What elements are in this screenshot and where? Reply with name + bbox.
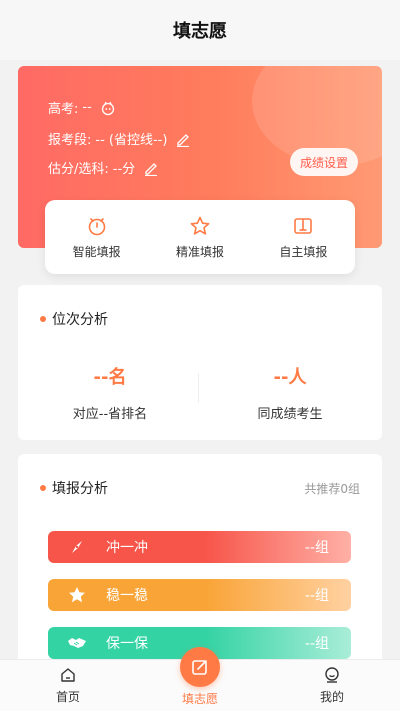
section-title: 位次分析 xyxy=(40,309,108,329)
peers-desc: 同成绩考生 xyxy=(257,407,323,422)
divider xyxy=(198,373,199,403)
bullet-dot xyxy=(40,316,46,322)
tier-reach-bar[interactable]: 冲一冲 --组 xyxy=(48,531,351,563)
tab-me[interactable]: 我的 xyxy=(292,666,372,705)
edit-icon[interactable] xyxy=(175,131,191,147)
rank-desc: 对应--省排名 xyxy=(72,407,148,422)
tab-home[interactable]: 首页 xyxy=(28,666,108,705)
compass-icon xyxy=(48,537,106,557)
fill-analysis-title: 填报分析 xyxy=(52,481,108,497)
tier-label: 稳一稳 xyxy=(106,588,148,604)
tier-steady-bar[interactable]: 稳一稳 --组 xyxy=(48,579,351,611)
peers-value: --人 xyxy=(273,367,307,388)
rank-value: --名 xyxy=(93,367,127,388)
exam-label: 高考: xyxy=(48,102,79,117)
score-label: 估分/选科: xyxy=(48,162,109,177)
page-title: 填志愿 xyxy=(173,21,227,42)
rank-stat: --名 对应--省排名 xyxy=(30,363,190,422)
mode-label: 智能填报 xyxy=(72,244,121,259)
segment-row: 报考段: -- (省控线--) xyxy=(48,129,191,148)
section-title: 填报分析 xyxy=(40,478,108,498)
bottom-tabbar: 首页 填志愿 我的 xyxy=(0,647,400,711)
mode-self-fill[interactable]: 自主填报 xyxy=(252,200,355,274)
profile-icon xyxy=(292,666,372,686)
bullet-dot xyxy=(40,485,46,491)
segment-label: 报考段: xyxy=(48,133,92,148)
rank-analysis-card: 位次分析 --名 对应--省排名 --人 同成绩考生 xyxy=(18,285,382,440)
exam-row: 高考: -- xyxy=(48,98,116,117)
tab-fill-volunteer[interactable]: 填志愿 xyxy=(160,647,240,707)
tier-value: --组 xyxy=(304,588,329,604)
book-icon xyxy=(292,215,314,237)
mascot-icon[interactable] xyxy=(100,100,116,116)
mode-label: 精准填报 xyxy=(175,244,224,259)
score-row: 估分/选科: --分 xyxy=(48,158,159,177)
star-icon xyxy=(189,215,211,237)
edit-icon[interactable] xyxy=(143,160,159,176)
mode-smart-fill[interactable]: 智能填报 xyxy=(45,200,148,274)
tier-label: 冲一冲 xyxy=(106,540,148,556)
app-header: 填志愿 xyxy=(0,0,400,60)
tier-value: --组 xyxy=(304,540,329,556)
segment-value: -- (省控线--) xyxy=(95,133,168,148)
edit-icon xyxy=(180,647,220,687)
recommend-count: 共推荐0组 xyxy=(304,482,360,496)
fill-modes: 智能填报 精准填报 自主填报 xyxy=(45,200,355,274)
tab-label: 我的 xyxy=(319,690,344,704)
handshake-icon xyxy=(48,633,106,653)
tab-label: 首页 xyxy=(55,690,80,704)
home-icon xyxy=(28,666,108,686)
star-icon xyxy=(48,585,106,605)
rank-analysis-title: 位次分析 xyxy=(52,312,108,328)
score-value: --分 xyxy=(112,162,136,177)
score-settings-button[interactable]: 成绩设置 xyxy=(289,148,358,176)
mode-label: 自主填报 xyxy=(279,244,328,259)
timer-icon xyxy=(86,215,108,237)
exam-value: -- xyxy=(82,100,92,115)
tier-value: --组 xyxy=(304,636,329,652)
tab-label: 填志愿 xyxy=(181,692,218,706)
peers-stat: --人 同成绩考生 xyxy=(210,363,370,422)
mode-precise-fill[interactable]: 精准填报 xyxy=(148,200,251,274)
